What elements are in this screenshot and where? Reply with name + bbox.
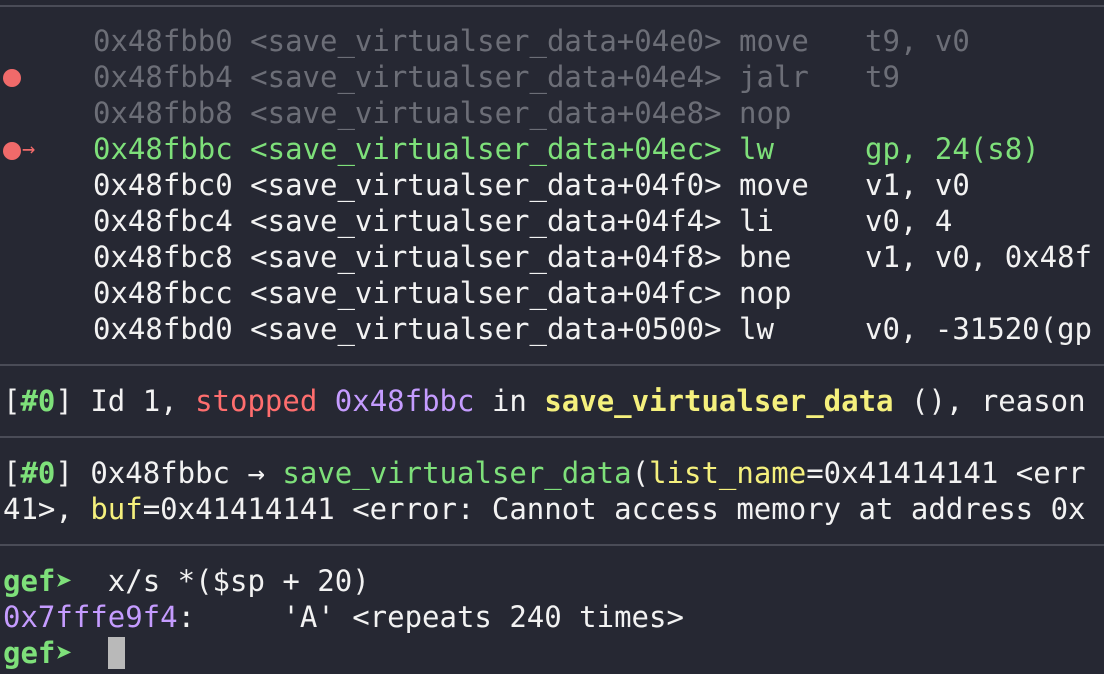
gef-prompt: gef➤ bbox=[3, 564, 73, 598]
disasm-line: 0x48fbc4 <save_virtualser_data+04f4> li v… bbox=[93, 204, 953, 238]
disasm-line: 0x48fbcc <save_virtualser_data+04fc> nop bbox=[93, 276, 792, 310]
section-separator bbox=[0, 364, 1104, 366]
section-separator bbox=[0, 436, 1104, 438]
output-address: 0x7fffe9f4 bbox=[3, 600, 178, 634]
section-separator bbox=[0, 544, 1104, 546]
disasm-line: 0x48fbb8 <save_virtualser_data+04e8> nop bbox=[93, 96, 792, 130]
gef-prompt: gef➤ bbox=[3, 636, 73, 670]
breakpoint-icon[interactable] bbox=[3, 69, 21, 87]
thread-address: 0x48fbbc bbox=[334, 384, 475, 418]
trace-function: save_virtualser_data bbox=[282, 456, 632, 490]
current-instruction-arrow-icon: → bbox=[22, 137, 36, 162]
command-text: x/s *($sp + 20) bbox=[90, 564, 370, 598]
disasm-line: 0x48fbb0 <save_virtualser_data+04e0> mov… bbox=[93, 24, 970, 58]
disasm-line-current: 0x48fbbc <save_virtualser_data+04ec> lw g… bbox=[93, 132, 1040, 166]
param-name: buf bbox=[90, 492, 143, 526]
breakpoint-icon[interactable] bbox=[3, 142, 21, 160]
section-separator bbox=[0, 5, 1104, 7]
disasm-line: 0x48fbc8 <save_virtualser_data+04f8> bne… bbox=[93, 240, 1093, 274]
trace-line: 41>, buf=0x41414141 <error: Cannot acces… bbox=[3, 492, 1086, 526]
param-name: list_name bbox=[649, 456, 807, 490]
thread-function: save_virtualser_data bbox=[544, 384, 894, 418]
command-line: gef➤ x/s *($sp + 20) bbox=[3, 563, 370, 599]
disasm-line: 0x48fbb4 <save_virtualser_data+04e4> jal… bbox=[93, 60, 900, 94]
thread-status: stopped bbox=[195, 384, 318, 418]
trace-index: #0 bbox=[20, 456, 56, 490]
disasm-line: 0x48fbd0 <save_virtualser_data+0500> lw v… bbox=[93, 312, 1093, 346]
disasm-line: 0x48fbc0 <save_virtualser_data+04f0> mov… bbox=[93, 168, 970, 202]
thread-index: #0 bbox=[20, 384, 56, 418]
command-line-active[interactable]: gef➤ bbox=[3, 635, 125, 671]
text-cursor[interactable] bbox=[107, 637, 125, 669]
terminal-window[interactable]: 0x48fbb0 <save_virtualser_data+04e0> mov… bbox=[0, 0, 1104, 674]
command-output: 0x7fffe9f4: 'A' <repeats 240 times> bbox=[3, 600, 684, 634]
trace-line: [#0] 0x48fbbc → save_virtualser_data(lis… bbox=[3, 456, 1086, 490]
threads-line: [#0] Id 1, stopped 0x48fbbc in save_virt… bbox=[3, 384, 1086, 418]
